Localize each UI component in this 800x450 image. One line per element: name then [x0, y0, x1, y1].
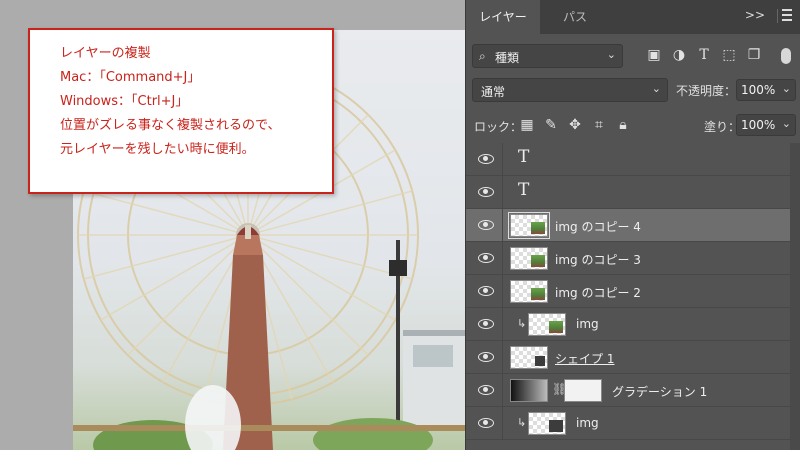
smart-object-filter-icon[interactable]: ❐ [745, 46, 763, 64]
visibility-eye-icon[interactable] [478, 187, 494, 197]
visibility-eye-icon[interactable] [478, 418, 494, 428]
blend-mode-select[interactable]: 通常 ⌄ [472, 78, 668, 102]
opacity-value: 100% [741, 83, 776, 97]
panel-menu-icon[interactable] [777, 9, 793, 23]
callout-line: レイヤーの複製 [60, 46, 151, 61]
lock-label: ロック： [474, 120, 523, 134]
shape-layer-thumbnail [510, 346, 548, 369]
layer-row[interactable]: ↳ img [466, 407, 791, 440]
layers-scrollbar[interactable] [790, 143, 800, 450]
lock-transparency-icon[interactable]: ▦ [518, 116, 536, 134]
layer-row[interactable]: img のコピー 2 [466, 275, 791, 308]
layer-thumbnail [528, 412, 566, 435]
canvas-area[interactable]: レイヤーの複製 Mac：「Command+J」 Windows：「Ctrl+J」… [0, 0, 465, 450]
type-filter-icon[interactable]: T [695, 46, 713, 64]
blend-row: 通常 ⌄ 不透明度： 100% ⌄ [472, 78, 797, 102]
type-layer-icon: T [518, 147, 530, 167]
callout-note: レイヤーの複製 Mac：「Command+J」 Windows：「Ctrl+J」… [28, 28, 334, 194]
layer-thumbnail [510, 280, 548, 303]
visibility-eye-icon[interactable] [478, 220, 494, 230]
blend-mode-value: 通常 [481, 85, 506, 99]
fill-value: 100% [741, 118, 776, 132]
layer-row-selected[interactable]: img のコピー 4 [466, 209, 791, 242]
layer-name: img [576, 317, 599, 331]
lock-position-icon[interactable]: ✥ [566, 116, 584, 134]
filter-kind-select[interactable]: ⌕ 種類 ⌄ [472, 44, 623, 68]
layer-name: img [576, 416, 599, 430]
visibility-eye-icon[interactable] [478, 286, 494, 296]
collapse-panel-icon[interactable]: >> [745, 8, 765, 22]
opacity-label: 不透明度： [676, 84, 737, 98]
shape-filter-icon[interactable]: ⬚ [720, 46, 738, 64]
layer-row[interactable]: ↳ img [466, 308, 791, 341]
visibility-eye-icon[interactable] [478, 385, 494, 395]
filter-toggle[interactable] [781, 48, 791, 64]
callout-line: 位置がズレる事なく複製されるので、 [60, 118, 281, 133]
fill-field[interactable]: 100% ⌄ [736, 114, 796, 136]
chevron-down-icon: ⌄ [781, 82, 791, 95]
layer-row[interactable]: T [466, 143, 791, 176]
chevron-down-icon: ⌄ [606, 48, 616, 61]
layer-thumbnail [528, 313, 566, 336]
lock-all-icon[interactable]: 🔒︎ [614, 116, 632, 134]
layer-row[interactable]: img のコピー 3 [466, 242, 791, 275]
layer-row[interactable]: シェイプ 1 [466, 341, 791, 374]
lock-pixels-icon[interactable]: ✎ [542, 116, 560, 134]
layer-name: グラデーション 1 [612, 385, 708, 399]
visibility-eye-icon[interactable] [478, 319, 494, 329]
clipping-mask-icon: ↳ [517, 416, 527, 429]
gradient-thumbnail [510, 379, 548, 402]
layer-name: シェイプ 1 [555, 352, 615, 366]
layer-thumbnail [510, 247, 548, 270]
layer-mask-thumbnail [564, 379, 602, 402]
tab-paths[interactable]: パス [550, 0, 600, 34]
lock-row: ロック： ▦ ✎ ✥ ⌗ 🔒︎ 塗り： 100% ⌄ [472, 113, 797, 137]
tab-layers[interactable]: レイヤー [466, 0, 540, 34]
layer-name: img のコピー 4 [555, 220, 641, 234]
chevron-down-icon: ⌄ [651, 82, 661, 95]
visibility-eye-icon[interactable] [478, 352, 494, 362]
layers-panel: レイヤー パス >> ⌕ 種類 ⌄ ▣ ◑ T ⬚ ❐ 通常 ⌄ 不透明度： 1… [465, 0, 800, 450]
layer-thumbnail [508, 212, 550, 239]
layers-list: T T img のコピー 4 img のコピー 3 img のコピー 2 ↳ i… [466, 143, 791, 450]
callout-line: Windows：「Ctrl+J」 [60, 94, 189, 109]
layer-row[interactable]: T [466, 176, 791, 209]
layer-row[interactable]: ⛓ グラデーション 1 [466, 374, 791, 407]
clipping-mask-icon: ↳ [517, 317, 527, 330]
visibility-eye-icon[interactable] [478, 154, 494, 164]
filter-kind-label: 種類 [495, 51, 520, 65]
image-filter-icon[interactable]: ▣ [645, 46, 663, 64]
adjustment-filter-icon[interactable]: ◑ [670, 46, 688, 64]
opacity-field[interactable]: 100% ⌄ [736, 79, 796, 101]
callout-line: Mac：「Command+J」 [60, 70, 201, 85]
layer-filter-row: ⌕ 種類 ⌄ ▣ ◑ T ⬚ ❐ [472, 42, 797, 70]
chevron-down-icon: ⌄ [781, 117, 791, 130]
panel-tab-bar: レイヤー パス >> [466, 0, 800, 34]
lock-artboard-icon[interactable]: ⌗ [590, 116, 608, 134]
type-layer-icon: T [518, 180, 530, 200]
search-icon: ⌕ [479, 49, 486, 63]
visibility-eye-icon[interactable] [478, 253, 494, 263]
layer-name: img のコピー 3 [555, 253, 641, 267]
callout-line: 元レイヤーを残したい時に便利。 [60, 142, 255, 157]
fill-label: 塗り： [704, 120, 741, 134]
layer-name: img のコピー 2 [555, 286, 641, 300]
